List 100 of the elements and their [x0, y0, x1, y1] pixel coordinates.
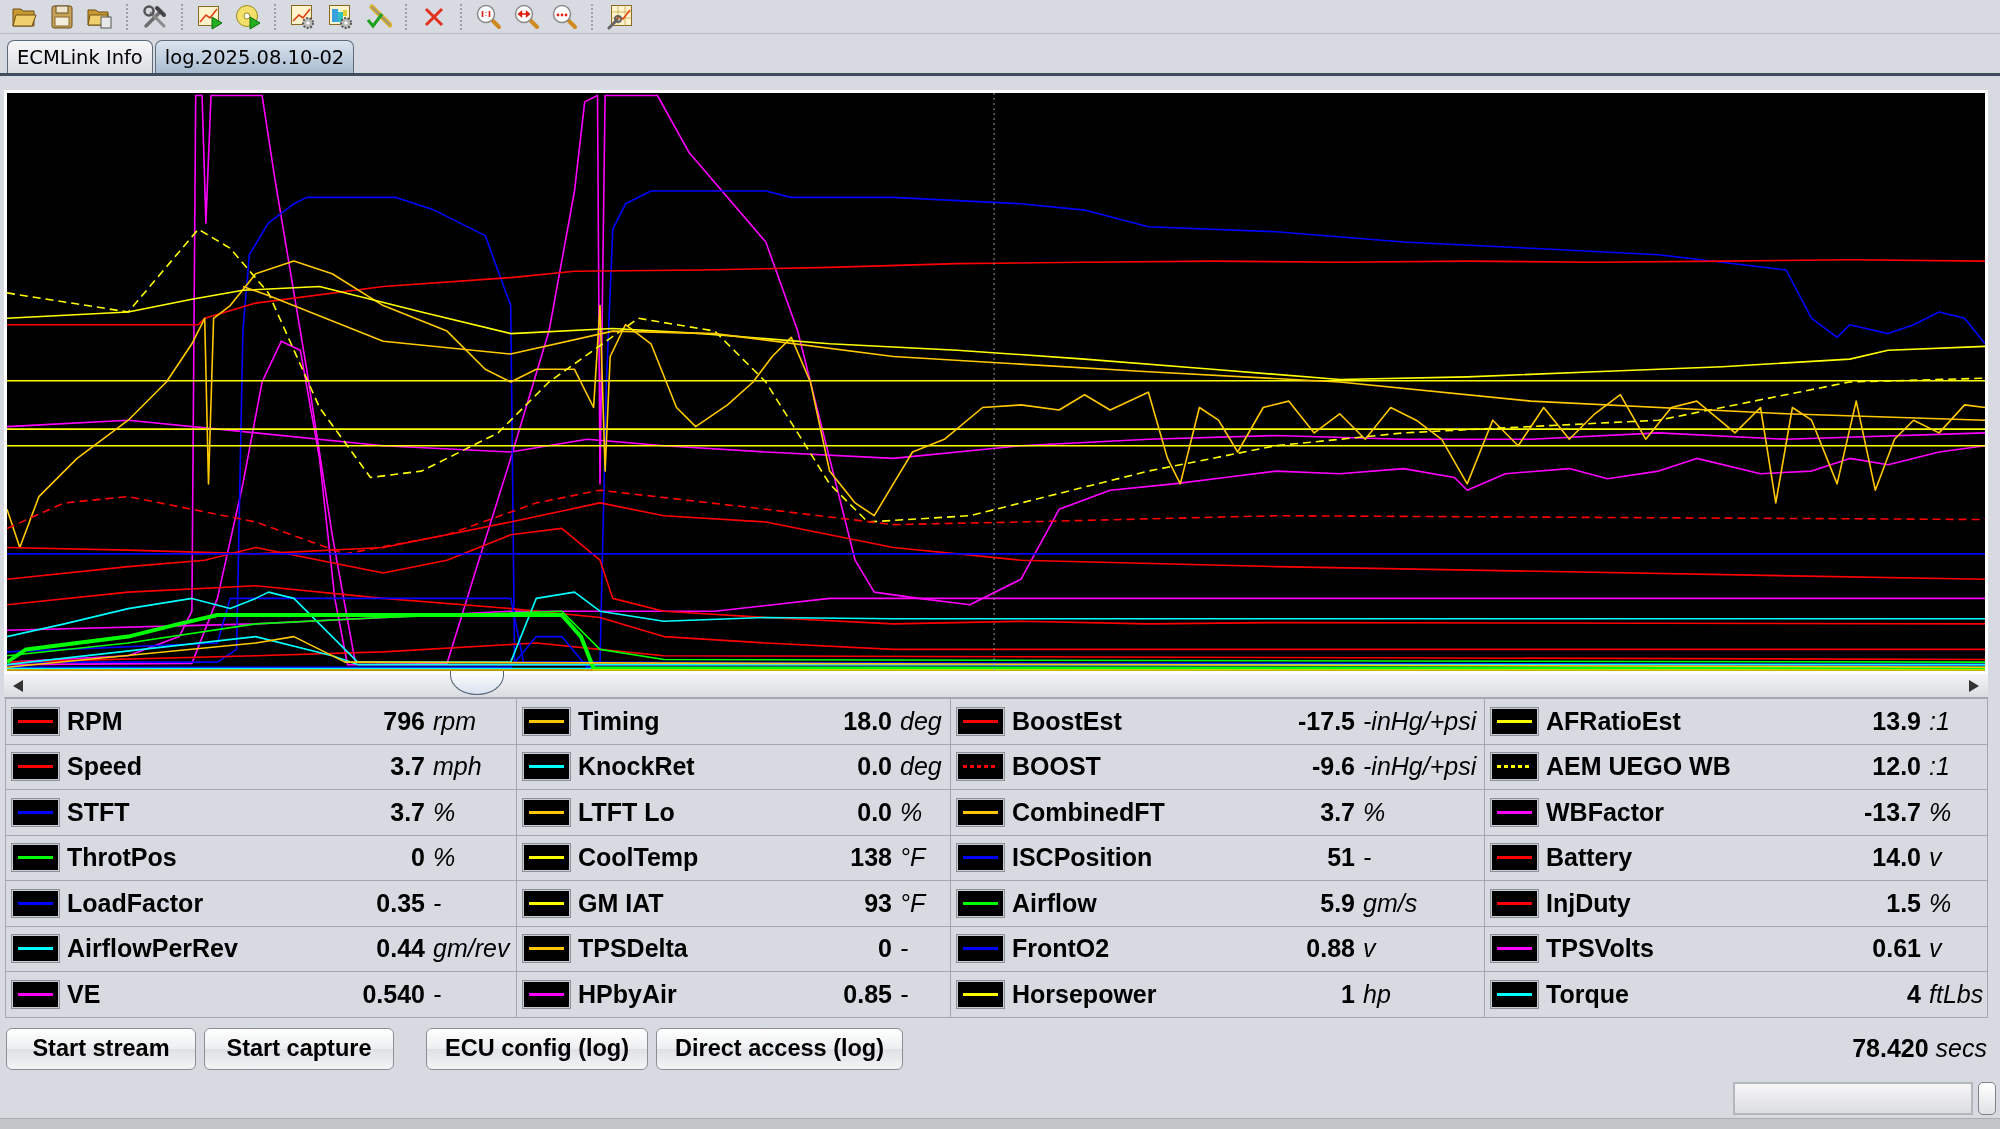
chart-wrench-icon[interactable]	[607, 3, 633, 30]
channel-name: Battery	[1546, 843, 1634, 873]
line-swatch-icon	[1490, 979, 1539, 1009]
chart-gear-icon[interactable]	[290, 3, 316, 30]
action-button[interactable]: Start stream	[6, 1027, 196, 1070]
channel-name: Airflow	[1012, 888, 1098, 918]
chart-play-icon[interactable]	[197, 3, 223, 30]
channel-value: 5.9	[1320, 888, 1355, 918]
channel-unit: :1	[1928, 752, 1951, 782]
line-swatch-icon	[11, 752, 60, 782]
line-swatch-icon	[1490, 843, 1539, 873]
channel-unit: -	[1362, 843, 1373, 873]
elapsed-time-unit: secs	[1935, 1034, 1987, 1062]
channel-value: 0.35	[376, 888, 425, 918]
line-swatch-icon	[1490, 934, 1539, 964]
channel-unit: hp	[1362, 979, 1392, 1009]
line-swatch-icon	[956, 752, 1005, 782]
channel-name: Speed	[67, 752, 144, 782]
channel-unit: °F	[899, 888, 928, 918]
scrollbar-thumb[interactable]	[1978, 1081, 1996, 1115]
line-swatch-icon	[522, 752, 571, 782]
line-swatch-icon	[956, 888, 1005, 918]
channel-value: 93	[864, 888, 892, 918]
scrollbar-track[interactable]	[1733, 1081, 1973, 1115]
line-swatch-icon	[1490, 888, 1539, 918]
channel-value: 0.61	[1872, 934, 1921, 964]
channel-name: RPM	[67, 706, 124, 736]
channel-value: 12.0	[1872, 752, 1921, 782]
line-swatch-icon	[522, 979, 571, 1009]
channel-name: LTFT Lo	[578, 797, 676, 827]
channel-unit: v	[1928, 934, 1944, 964]
line-swatch-icon	[1490, 797, 1539, 827]
magnifier-dots-icon[interactable]	[552, 3, 578, 30]
channel-value: 1	[1341, 979, 1355, 1009]
channel-value: -9.6	[1311, 752, 1355, 782]
channel-name: InjDuty	[1546, 888, 1632, 918]
line-swatch-icon	[956, 706, 1005, 736]
channel-value: 51	[1327, 843, 1355, 873]
channel-value: 0.44	[376, 934, 425, 964]
channel-value: 0.85	[843, 979, 892, 1009]
channel-unit: gm/rev	[432, 934, 512, 964]
channel-name: TPSDelta	[578, 934, 689, 964]
channel-unit: -	[899, 979, 910, 1009]
channel-unit: -inHg/+psi	[1362, 752, 1478, 782]
pencil-check-icon[interactable]	[366, 3, 392, 30]
channel-value: 14.0	[1872, 843, 1921, 873]
horizontal-scrollbar[interactable]	[4, 674, 1988, 698]
channel-name: WBFactor	[1546, 797, 1666, 827]
channel-value: -13.7	[1864, 797, 1921, 827]
channel-value: 4	[1907, 979, 1921, 1009]
line-swatch-icon	[11, 979, 60, 1009]
channel-unit: -	[899, 934, 910, 964]
channel-unit: %	[1362, 797, 1387, 827]
channel-value: 1.5	[1886, 888, 1921, 918]
disc-play-icon[interactable]	[235, 3, 261, 30]
channel-name: Timing	[578, 706, 661, 736]
channel-unit: :1	[1928, 706, 1951, 736]
line-swatch-icon	[522, 706, 571, 736]
magnifier-icon[interactable]	[476, 3, 502, 30]
tab[interactable]: ECMLink Info	[7, 40, 153, 73]
channel-name: FrontO2	[1012, 934, 1111, 964]
tab[interactable]: log.2025.08.10-02	[154, 40, 355, 73]
channel-name: CombinedFT	[1012, 797, 1166, 827]
magnifier-arrows-icon[interactable]	[514, 3, 540, 30]
channel-unit: °F	[899, 843, 928, 873]
channel-unit: -	[432, 888, 443, 918]
channel-name: AirflowPerRev	[67, 934, 239, 964]
channel-value: 138	[850, 843, 892, 873]
channel-name: Torque	[1546, 979, 1630, 1009]
scroll-left-icon[interactable]	[12, 679, 24, 692]
action-button[interactable]: Direct access (log)	[656, 1027, 904, 1070]
save-icon[interactable]	[49, 3, 75, 30]
channel-unit: ftLbs	[1928, 979, 1985, 1009]
line-swatch-icon	[956, 843, 1005, 873]
channel-value: 0	[411, 843, 425, 873]
channel-unit: v	[1362, 934, 1378, 964]
channel-unit: -	[432, 979, 443, 1009]
channel-unit: -inHg/+psi	[1362, 706, 1478, 736]
line-swatch-icon	[11, 888, 60, 918]
action-button[interactable]: Start capture	[204, 1027, 394, 1070]
channel-unit: v	[1928, 843, 1944, 873]
line-swatch-icon	[1490, 752, 1539, 782]
scrollbar-thumb[interactable]	[450, 671, 504, 695]
channel-unit: mph	[432, 752, 483, 782]
channel-unit: rpm	[432, 706, 478, 736]
color-chart-gear-icon[interactable]	[328, 3, 354, 30]
line-swatch-icon	[522, 888, 571, 918]
action-button[interactable]: ECU config (log)	[426, 1027, 649, 1070]
elapsed-time-value: 78.420	[1852, 1034, 1929, 1062]
channel-name: AEM UEGO WB	[1546, 752, 1732, 782]
tools-icon[interactable]	[142, 3, 168, 30]
channel-name: GM IAT	[578, 888, 665, 918]
channel-value: 0	[878, 934, 892, 964]
channel-value: 3.7	[390, 797, 425, 827]
line-swatch-icon	[11, 934, 60, 964]
channel-unit: %	[432, 843, 457, 873]
scroll-right-icon[interactable]	[1968, 679, 1980, 692]
channel-value: -17.5	[1298, 706, 1355, 736]
channel-unit: %	[1928, 888, 1953, 918]
line-swatch-icon	[522, 934, 571, 964]
